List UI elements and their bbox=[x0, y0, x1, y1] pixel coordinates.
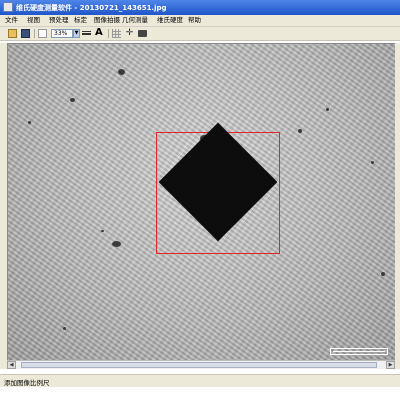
grid-icon[interactable] bbox=[112, 29, 121, 38]
surface-pit bbox=[118, 69, 125, 75]
surface-pit bbox=[381, 272, 385, 276]
toolbar-separator bbox=[108, 29, 109, 38]
left-border bbox=[0, 43, 7, 369]
scroll-left-icon[interactable]: ◀ bbox=[7, 361, 16, 369]
menu-calibrate[interactable]: 标定 bbox=[74, 16, 87, 25]
scale-bar[interactable] bbox=[330, 348, 388, 355]
save-icon[interactable] bbox=[21, 29, 30, 38]
image-viewport[interactable] bbox=[7, 43, 395, 360]
menu-preprocess[interactable]: 预处理 bbox=[49, 16, 69, 25]
surface-pit bbox=[101, 230, 104, 232]
camera-icon[interactable] bbox=[138, 30, 147, 37]
scale-bar-line bbox=[333, 351, 385, 352]
crosshair-icon[interactable]: ✛ bbox=[125, 29, 134, 38]
surface-pit bbox=[326, 108, 329, 111]
surface-pit bbox=[371, 161, 374, 164]
status-bar: 添加图像比例尺 bbox=[0, 374, 400, 387]
open-folder-icon[interactable] bbox=[8, 29, 17, 38]
scroll-right-icon[interactable]: ▶ bbox=[386, 361, 395, 369]
right-border bbox=[395, 43, 400, 369]
menu-image-capture[interactable]: 图像拍摄 bbox=[94, 16, 120, 25]
menu-file[interactable]: 文件 bbox=[5, 16, 18, 25]
app-icon bbox=[3, 2, 13, 12]
surface-pit bbox=[298, 129, 302, 133]
font-icon[interactable]: A bbox=[95, 27, 103, 39]
title-bar: 维氏硬度测量软件 - 20130721_143651.jpg bbox=[0, 0, 400, 15]
menu-geometry-measure[interactable]: 几何测量 bbox=[122, 16, 148, 25]
zoom-select[interactable]: 33% bbox=[51, 29, 73, 38]
menu-vickers-hardness[interactable]: 维氏硬度 bbox=[157, 16, 183, 25]
new-page-icon[interactable] bbox=[38, 29, 47, 38]
surface-pit bbox=[70, 98, 75, 102]
surface-pit bbox=[28, 121, 31, 124]
scroll-thumb[interactable] bbox=[21, 362, 377, 368]
line-width-icon[interactable] bbox=[82, 31, 91, 35]
window-title: 维氏硬度测量软件 - 20130721_143651.jpg bbox=[16, 4, 167, 12]
surface-pit bbox=[112, 241, 121, 247]
toolbar-separator bbox=[34, 29, 35, 38]
menu-help[interactable]: 帮助 bbox=[188, 16, 201, 25]
surface-pit bbox=[63, 327, 66, 330]
horizontal-scrollbar[interactable]: ◀ ▶ bbox=[7, 360, 395, 369]
menu-bar: 文件 视图 预处理 标定 图像拍摄 几何测量 维氏硬度 帮助 bbox=[0, 15, 400, 27]
zoom-dropdown-icon[interactable]: ▼ bbox=[73, 29, 80, 38]
menu-view[interactable]: 视图 bbox=[27, 16, 40, 25]
status-text: 添加图像比例尺 bbox=[4, 379, 50, 387]
